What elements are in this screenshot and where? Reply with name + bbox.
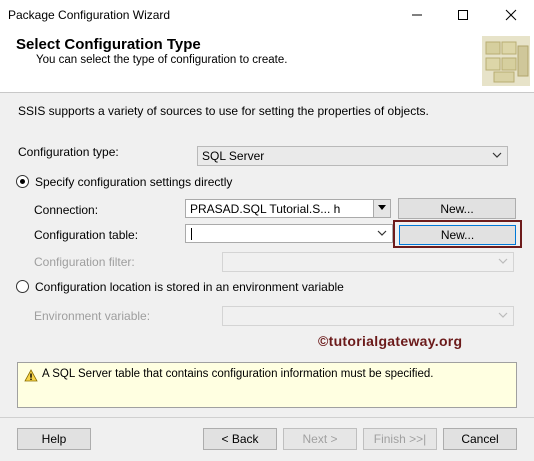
config-type-select[interactable]: SQL Server [197, 146, 508, 166]
connection-new-button[interactable]: New... [398, 198, 516, 219]
window-title: Package Configuration Wizard [8, 8, 171, 22]
chevron-down-icon [377, 230, 387, 236]
connection-select[interactable]: PRASAD.SQL Tutorial.S... h [185, 199, 391, 218]
config-table-combo[interactable] [185, 224, 393, 243]
cancel-button[interactable]: Cancel [443, 428, 517, 450]
footer-divider [0, 417, 534, 418]
message-text: A SQL Server table that contains configu… [42, 368, 434, 380]
radio-env[interactable] [16, 280, 29, 293]
chevron-down-icon [492, 152, 502, 158]
close-icon [505, 9, 517, 21]
connection-value: PRASAD.SQL Tutorial.S... h [190, 202, 341, 216]
title-bar: Package Configuration Wizard [0, 0, 534, 30]
radio-direct[interactable] [16, 175, 29, 188]
close-button[interactable] [488, 0, 534, 30]
config-table-label: Configuration table: [34, 228, 139, 242]
config-type-label: Configuration type: [18, 145, 119, 159]
page-subtitle: You can select the type of configuration… [36, 54, 288, 66]
caret-down-icon [378, 205, 386, 210]
config-type-value: SQL Server [202, 149, 265, 163]
minimize-icon [412, 14, 422, 16]
finish-button[interactable]: Finish >>| [363, 428, 437, 450]
connection-label: Connection: [34, 203, 99, 217]
chevron-down-icon [498, 258, 508, 264]
page-title: Select Configuration Type [16, 36, 201, 53]
wizard-header: Select Configuration Type You can select… [0, 30, 534, 93]
config-filter-label: Configuration filter: [34, 255, 135, 269]
chevron-down-icon [498, 312, 508, 318]
minimize-button[interactable] [394, 0, 440, 30]
next-button[interactable]: Next > [283, 428, 357, 450]
connection-dropdown-button[interactable] [373, 200, 390, 217]
env-variable-label: Environment variable: [34, 309, 151, 323]
maximize-icon [458, 10, 468, 20]
config-table-new-button[interactable]: New... [399, 225, 516, 245]
wizard-graphic-icon [482, 36, 530, 86]
maximize-button[interactable] [440, 0, 486, 30]
radio-selected-dot [20, 179, 25, 184]
watermark-text: ©tutorialgateway.org [318, 333, 463, 349]
env-variable-select[interactable] [222, 306, 514, 326]
config-filter-select[interactable] [222, 252, 514, 272]
radio-direct-label: Specify configuration settings directly [35, 175, 233, 189]
help-button[interactable]: Help [17, 428, 91, 450]
intro-text: SSIS supports a variety of sources to us… [18, 104, 429, 118]
radio-env-label: Configuration location is stored in an e… [35, 280, 344, 294]
warning-icon [24, 369, 38, 382]
text-cursor [191, 228, 192, 240]
message-box: A SQL Server table that contains configu… [17, 362, 517, 408]
back-button[interactable]: < Back [203, 428, 277, 450]
